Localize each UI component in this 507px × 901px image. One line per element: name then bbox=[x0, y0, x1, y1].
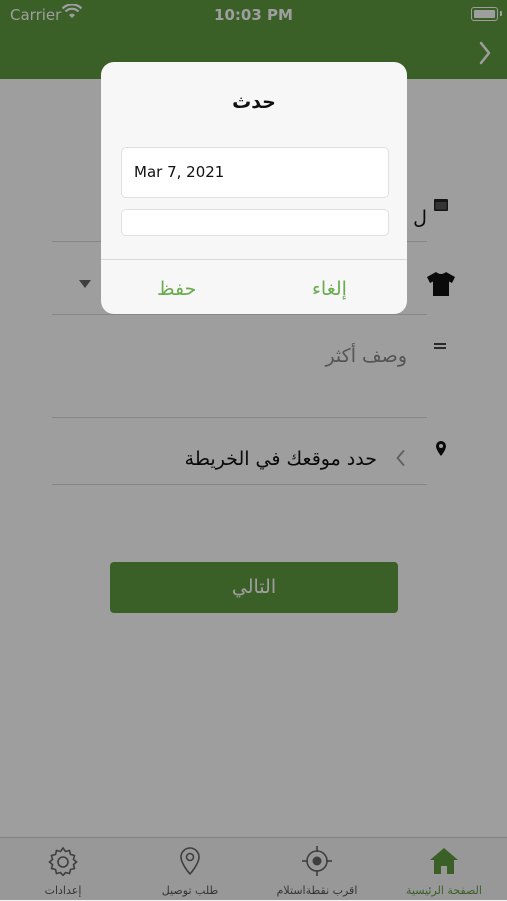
date-field[interactable]: Mar 7, 2021 bbox=[121, 147, 389, 198]
dialog-title: حدث bbox=[232, 91, 276, 113]
second-field[interactable] bbox=[121, 209, 389, 236]
date-dialog: حدث Mar 7, 2021 حفظ إلغاء bbox=[101, 62, 407, 314]
save-button[interactable]: حفظ bbox=[157, 278, 196, 300]
dialog-divider bbox=[101, 259, 407, 260]
cancel-button[interactable]: إلغاء bbox=[312, 278, 347, 300]
date-value: Mar 7, 2021 bbox=[134, 163, 225, 181]
